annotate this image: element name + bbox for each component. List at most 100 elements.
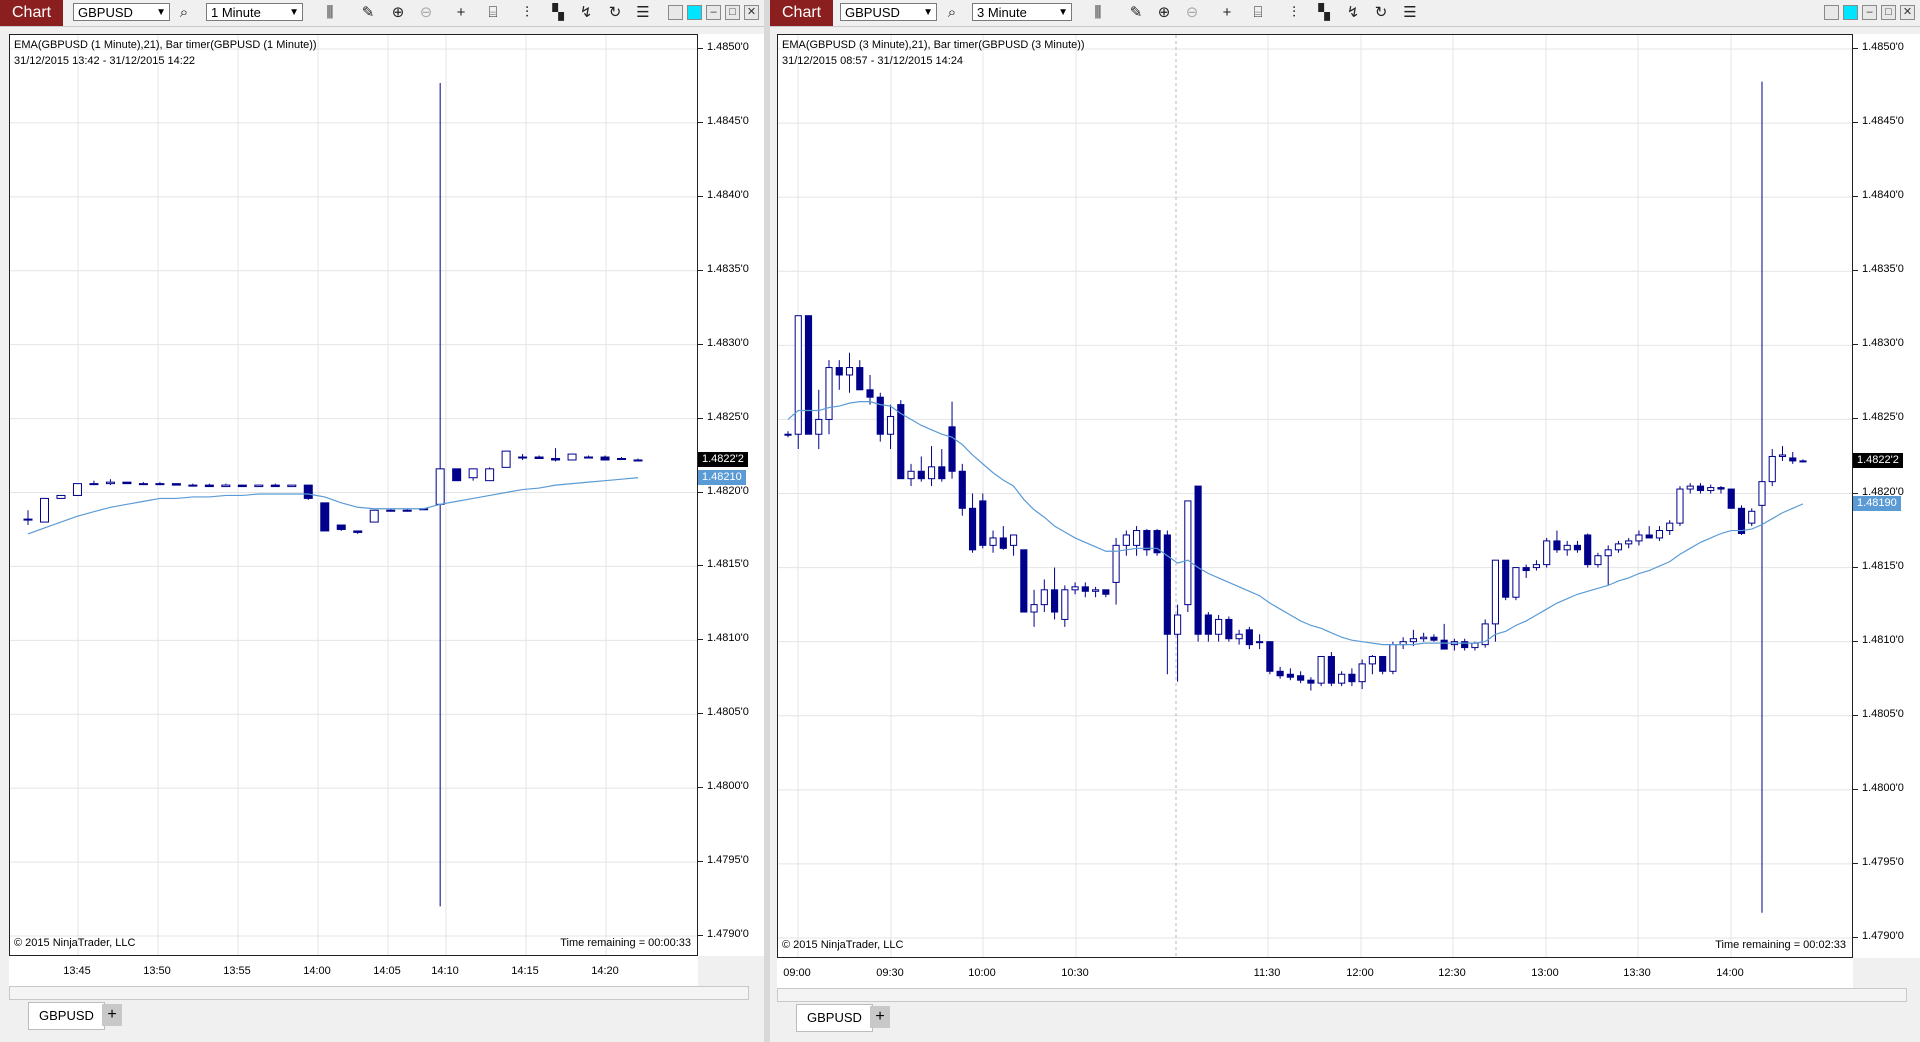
pencil-icon[interactable]: ✎ <box>1126 3 1146 23</box>
left-price-axis[interactable]: 1.4850'0 1.4845'0 1.4840'0 1.4835'0 1.4830'0… <box>698 34 764 956</box>
interval-select[interactable]: 1 Minute ▼ <box>206 3 303 21</box>
candle-body <box>1491 559 1500 625</box>
strategies-icon[interactable]: ▚ <box>1314 3 1334 23</box>
price-tick <box>698 713 703 715</box>
candle-body <box>1092 589 1100 592</box>
candle-body <box>303 484 313 499</box>
maximize-button[interactable]: □ <box>1881 5 1896 20</box>
candle-body <box>1071 586 1079 591</box>
left-time-axis[interactable]: 13:45 13:50 13:55 14:00 14:05 14:10 14:15 14:20 <box>9 956 698 986</box>
data-box-icon[interactable]: ⌸ <box>483 3 503 23</box>
candle-body <box>1358 663 1366 683</box>
add-tab-button[interactable]: + <box>870 1006 890 1028</box>
drawing-tools-icon[interactable]: ↯ <box>1343 3 1363 23</box>
candle-body <box>958 470 966 509</box>
candle-body <box>927 466 936 480</box>
minimize-button[interactable]: – <box>706 5 721 20</box>
instrument-select[interactable]: GBPUSD ▼ <box>73 3 170 21</box>
link-button[interactable] <box>687 5 702 20</box>
right-time-axis[interactable]: 09:00 09:30 10:00 10:30 11:30 12:00 12:30 13:00… <box>777 958 1853 988</box>
data-box-icon[interactable]: ⌸ <box>1248 3 1268 23</box>
chart-title-label[interactable]: Chart <box>0 0 64 26</box>
candle-body <box>825 367 833 420</box>
interval-select[interactable]: 3 Minute ▼ <box>972 3 1072 21</box>
tab-gbpusd[interactable]: GBPUSD <box>28 1002 105 1030</box>
tab-gbpusd[interactable]: GBPUSD <box>796 1004 873 1032</box>
close-button[interactable]: ✕ <box>1900 5 1915 20</box>
candle-body <box>897 404 905 480</box>
candle-body <box>1614 543 1623 551</box>
candle-body <box>270 484 280 488</box>
price-tick <box>1853 344 1858 346</box>
time-tick-label: 12:30 <box>1438 967 1466 979</box>
indicators-icon[interactable]: ⫶ <box>1284 3 1304 23</box>
strategies-icon[interactable]: ▚ <box>548 3 568 23</box>
price-tick-label: 1.4835'0 <box>707 262 749 275</box>
candle-body <box>1430 636 1438 641</box>
candle-body <box>938 466 946 480</box>
refresh-icon[interactable]: ↻ <box>605 3 625 23</box>
zoom-out-icon[interactable]: ⊖ <box>1182 3 1202 23</box>
crosshair-icon[interactable]: + <box>451 3 471 23</box>
properties-icon[interactable]: ☰ <box>1400 3 1420 23</box>
indicator-label: EMA(GBPUSD (3 Minute),21), Bar timer(GBP… <box>782 39 1085 51</box>
search-icon[interactable]: ⌕ <box>174 3 194 23</box>
minimize-button[interactable]: – <box>1862 5 1877 20</box>
candle-body <box>1174 614 1182 635</box>
properties-icon[interactable]: ☰ <box>633 3 653 23</box>
right-horizontal-scrollbar[interactable] <box>777 988 1907 1002</box>
zoom-out-icon[interactable]: ⊖ <box>416 3 436 23</box>
crosshair-icon[interactable]: + <box>1217 3 1237 23</box>
drawing-tools-icon[interactable]: ↯ <box>576 3 596 23</box>
candle-body <box>1502 559 1510 598</box>
chart-title-label[interactable]: Chart <box>770 0 834 26</box>
indicators-icon[interactable]: ⫶ <box>517 3 537 23</box>
zoom-in-icon[interactable]: ⊕ <box>388 3 408 23</box>
tile-button[interactable] <box>668 5 683 20</box>
right-price-panel[interactable]: EMA(GBPUSD (3 Minute),21), Bar timer(GBP… <box>777 34 1853 958</box>
maximize-button[interactable]: □ <box>725 5 740 20</box>
left-horizontal-scrollbar[interactable] <box>9 986 749 1000</box>
refresh-icon[interactable]: ↻ <box>1371 3 1391 23</box>
price-tick <box>698 787 703 789</box>
candle-body <box>979 500 987 546</box>
candle-body <box>1594 555 1602 566</box>
candle-body <box>794 315 802 435</box>
bar-type-icon[interactable]: ⫼ <box>1088 3 1108 23</box>
candle-body <box>815 418 823 435</box>
candle-body <box>1368 655 1376 665</box>
right-price-axis[interactable]: 1.4850'0 1.4845'0 1.4840'0 1.4835'0 1.4830'0… <box>1853 34 1920 958</box>
candle-body <box>1194 485 1202 635</box>
candle-body <box>1030 604 1038 613</box>
price-tick <box>698 565 703 567</box>
close-button[interactable]: ✕ <box>744 5 759 20</box>
pencil-icon[interactable]: ✎ <box>358 3 378 23</box>
candle-body <box>948 426 956 472</box>
search-icon[interactable]: ⌕ <box>942 3 962 23</box>
price-tick-label: 1.4805'0 <box>1862 707 1904 720</box>
left-chart-window: Chart GBPUSD ▼ ⌕ 1 Minute ▼ ⫼ ✎ ⊕ ⊖ + ⌸ … <box>0 0 764 1042</box>
link-button[interactable] <box>1843 5 1858 20</box>
add-tab-button[interactable]: + <box>102 1004 122 1026</box>
tile-button[interactable] <box>1824 5 1839 20</box>
price-tick-label: 1.4835'0 <box>1862 263 1904 276</box>
bar-type-icon[interactable]: ⫼ <box>320 3 340 23</box>
time-tick-label: 09:00 <box>783 967 811 979</box>
left-price-panel[interactable]: EMA(GBPUSD (1 Minute),21), Bar timer(GBP… <box>9 34 698 956</box>
candle-body <box>1768 455 1776 483</box>
price-tick-label: 1.4800'0 <box>707 780 749 793</box>
price-tick <box>698 269 703 271</box>
time-tick-label: 11:30 <box>1253 967 1281 979</box>
candle-body <box>386 509 396 512</box>
candle-body <box>1553 540 1561 551</box>
candle-body <box>39 497 49 523</box>
candle-body <box>320 502 330 532</box>
price-tick <box>698 639 703 641</box>
price-tick <box>1853 492 1858 494</box>
candle-body <box>1707 487 1715 492</box>
zoom-in-icon[interactable]: ⊕ <box>1154 3 1174 23</box>
price-tick <box>1853 48 1858 49</box>
candle-body <box>1778 454 1787 457</box>
time-tick-label: 14:20 <box>591 965 619 977</box>
instrument-select[interactable]: GBPUSD ▼ <box>840 3 937 21</box>
